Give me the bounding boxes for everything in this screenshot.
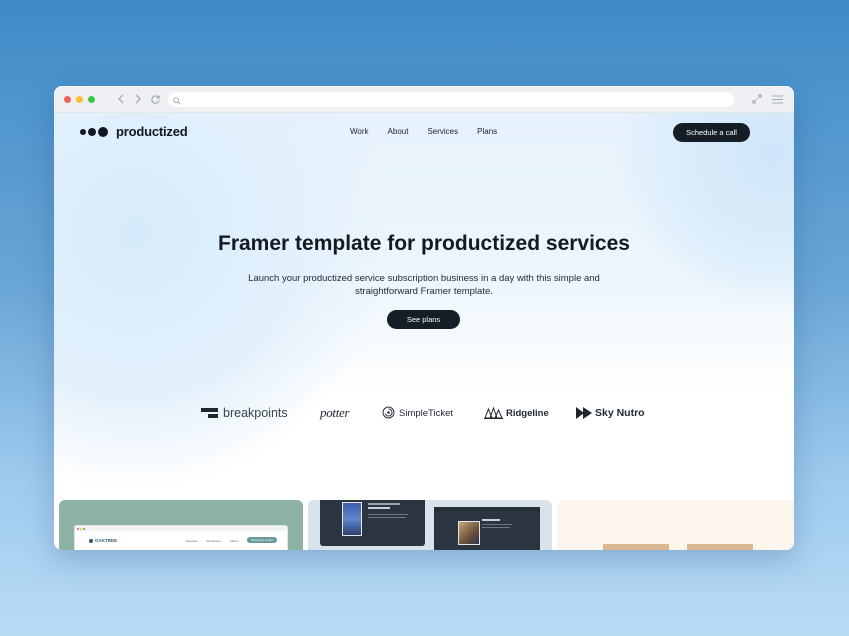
back-icon[interactable] — [114, 92, 128, 106]
mini-movie-page — [320, 500, 425, 546]
nav-item-plans[interactable]: Plans — [477, 127, 497, 136]
nav-item-work[interactable]: Work — [350, 127, 369, 136]
brand-name: productized — [116, 124, 188, 139]
schedule-call-button[interactable]: Schedule a call — [673, 123, 750, 142]
mini-movie-page-2 — [434, 507, 540, 550]
forward-icon[interactable] — [131, 92, 145, 106]
preview-card-oaktree[interactable]: OAKTREE Services Resources About Request… — [59, 500, 303, 550]
client-logo-ridgeline: Ridgeline — [484, 403, 549, 423]
reload-icon[interactable] — [148, 92, 162, 106]
logo-dots-icon — [80, 126, 110, 137]
movie-still-image — [458, 521, 480, 545]
client-logo-simpleticket: SimpleTicket — [382, 403, 453, 423]
mini-site-window: OAKTREE Services Resources About Request… — [74, 525, 288, 550]
menu-icon[interactable] — [770, 92, 784, 106]
address-bar[interactable] — [168, 90, 734, 109]
movie-poster-image — [342, 502, 362, 536]
minimize-window-dot[interactable] — [76, 95, 83, 103]
see-plans-button[interactable]: See plans — [387, 310, 460, 329]
client-logo-sky-nutro: Sky Nutro — [576, 403, 645, 423]
simpleticket-icon — [382, 404, 395, 423]
sky-nutro-icon — [576, 404, 592, 423]
hero-subtitle: Launch your productized service subscrip… — [248, 273, 600, 297]
ridgeline-icon — [484, 404, 503, 423]
nav-item-services[interactable]: Services — [427, 127, 458, 136]
nav-item-about[interactable]: About — [388, 127, 409, 136]
browser-window: productized Work About Services Plans Sc… — [54, 86, 794, 550]
client-logos: breakpoints potter SimpleTicket Ridgelin… — [54, 403, 794, 423]
work-preview-cards: OAKTREE Services Resources About Request… — [54, 500, 794, 550]
browser-toolbar — [54, 86, 794, 113]
oaktree-icon — [89, 538, 93, 543]
expand-icon[interactable] — [750, 92, 764, 106]
close-window-dot[interactable] — [64, 95, 71, 103]
maximize-window-dot[interactable] — [88, 95, 95, 103]
site-logo[interactable]: productized — [80, 124, 188, 139]
client-logo-potter: potter — [320, 405, 350, 420]
preview-card-movie[interactable] — [308, 500, 552, 550]
main-nav: Work About Services Plans — [350, 127, 516, 136]
preview-card-product[interactable] — [557, 500, 794, 550]
breakpoints-icon — [201, 404, 218, 423]
website-page: productized Work About Services Plans Sc… — [54, 113, 794, 550]
client-logo-breakpoints: breakpoints — [201, 403, 288, 423]
search-icon — [173, 90, 181, 109]
hero-title: Framer template for productized services — [218, 232, 630, 255]
